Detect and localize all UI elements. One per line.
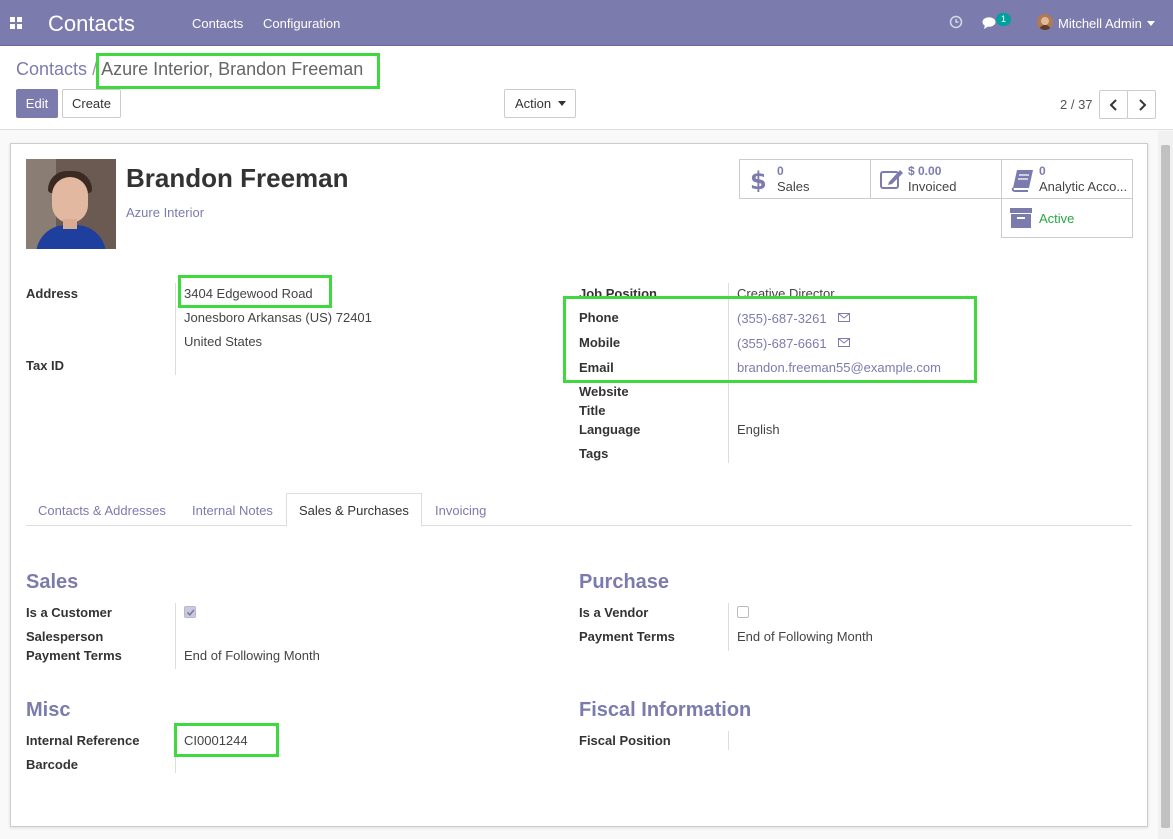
barcode-label: Barcode (26, 757, 79, 772)
pager-previous-button[interactable] (1099, 90, 1128, 119)
job-position-label: Job Position (579, 286, 657, 301)
messages-count-badge: 1 (996, 13, 1011, 26)
fiscal-position-label: Fiscal Position (579, 733, 671, 748)
active-toggle-button[interactable]: Active (1001, 198, 1133, 238)
sales-smart-button[interactable]: $ 0 Sales (739, 159, 871, 199)
action-caret-icon (558, 101, 566, 106)
activity-clock-icon[interactable] (949, 15, 963, 29)
breadcrumb: Contacts / Azure Interior, Brandon Freem… (16, 59, 363, 80)
analytic-label: Analytic Acco... (1039, 179, 1128, 194)
sales-payment-terms-label: Payment Terms (26, 648, 122, 663)
language-label: Language (579, 422, 641, 437)
sales-divider (175, 603, 176, 669)
edit-document-icon (880, 170, 903, 189)
phone-label: Phone (579, 310, 619, 325)
contact-photo[interactable] (26, 159, 116, 249)
sales-payment-terms-value: End of Following Month (184, 648, 320, 663)
menu-contacts[interactable]: Contacts (192, 16, 243, 31)
user-caret-icon[interactable] (1147, 21, 1155, 26)
action-dropdown[interactable]: Action (504, 89, 576, 118)
tax-id-label: Tax ID (26, 358, 65, 373)
purchase-payment-terms-label: Payment Terms (579, 629, 675, 644)
active-label: Active (1039, 211, 1075, 226)
purchase-section-title: Purchase (579, 571, 670, 593)
vertical-scrollbar[interactable] (1158, 131, 1173, 839)
app-name: Contacts (48, 11, 135, 36)
sms-envelope-icon-mobile[interactable] (838, 338, 850, 347)
top-navbar: Contacts Contacts Configuration 1 Mitche… (0, 0, 1173, 46)
contact-name: Brandon Freeman (126, 163, 349, 193)
mobile-value[interactable]: (355)-687-6661 (737, 336, 827, 351)
form-sheet (10, 143, 1148, 827)
address-city-line: Jonesboro Arkansas (US) 72401 (184, 310, 372, 325)
tab-sales-purchases[interactable]: Sales & Purchases (299, 503, 409, 518)
job-position-value: Creative Director (737, 286, 835, 301)
mobile-label: Mobile (579, 335, 621, 350)
sales-count: 0 (777, 164, 784, 178)
invoiced-amount: $ 0.00 (908, 164, 942, 178)
svg-text:$: $ (750, 168, 765, 192)
breadcrumb-separator: / (92, 59, 98, 79)
fiscal-section-title: Fiscal Information (579, 699, 752, 721)
tab-internal-notes[interactable]: Internal Notes (192, 503, 273, 518)
salesperson-label: Salesperson (26, 629, 104, 644)
create-button[interactable]: Create (62, 89, 121, 118)
chevron-left-icon (1109, 99, 1117, 111)
email-label: Email (579, 360, 614, 375)
sms-envelope-icon[interactable] (838, 313, 850, 322)
address-label: Address (26, 286, 79, 301)
book-icon (1011, 170, 1033, 192)
tags-label: Tags (579, 446, 609, 461)
tab-invoicing[interactable]: Invoicing (435, 503, 486, 518)
pager-value[interactable]: 2 / 37 (1060, 97, 1093, 112)
is-customer-label: Is a Customer (26, 605, 112, 620)
breadcrumb-contacts[interactable]: Contacts (16, 59, 87, 79)
misc-section-title: Misc (26, 699, 71, 721)
edit-button[interactable]: Edit (16, 89, 58, 118)
phone-value[interactable]: (355)-687-3261 (737, 311, 827, 326)
purchase-payment-terms-value: End of Following Month (737, 629, 873, 644)
pager-next-button[interactable] (1127, 90, 1156, 119)
is-vendor-checkbox[interactable] (737, 606, 749, 618)
dollar-icon: $ (750, 168, 765, 192)
invoiced-label: Invoiced (908, 179, 957, 194)
right-fields-divider (728, 283, 729, 463)
email-value[interactable]: brandon.freeman55@example.com (737, 360, 941, 375)
is-customer-checkbox[interactable] (184, 606, 196, 618)
internal-reference-label: Internal Reference (26, 733, 140, 748)
scrollbar-thumb[interactable] (1161, 145, 1170, 828)
user-avatar[interactable] (1037, 14, 1053, 30)
analytic-count: 0 (1039, 164, 1046, 178)
menu-configuration[interactable]: Configuration (263, 16, 340, 31)
breadcrumb-current: Azure Interior, Brandon Freeman (101, 59, 364, 79)
purchase-divider (728, 603, 729, 651)
user-name[interactable]: Mitchell Admin (1058, 16, 1142, 31)
analytic-smart-button[interactable]: 0 Analytic Acco... (1001, 159, 1133, 199)
invoiced-smart-button[interactable]: $ 0.00 Invoiced (870, 159, 1002, 199)
chevron-right-icon (1139, 99, 1147, 111)
tab-contacts-addresses[interactable]: Contacts & Addresses (38, 503, 166, 518)
fiscal-divider (728, 731, 729, 750)
contact-company[interactable]: Azure Interior (126, 205, 204, 220)
action-label: Action (515, 96, 552, 111)
website-label: Website (579, 384, 629, 399)
sales-label: Sales (777, 179, 810, 194)
is-vendor-label: Is a Vendor (579, 605, 649, 620)
internal-reference-value: CI0001244 (184, 733, 248, 748)
address-divider (175, 283, 176, 375)
misc-divider (175, 731, 176, 773)
address-street: 3404 Edgewood Road (184, 286, 313, 301)
title-label: Title (579, 403, 606, 418)
language-value: English (737, 422, 780, 437)
archive-box-icon (1010, 208, 1032, 228)
address-country: United States (184, 334, 263, 349)
checkmark-icon (186, 609, 195, 616)
apps-menu-icon[interactable] (10, 17, 22, 29)
sales-section-title: Sales (26, 571, 79, 593)
